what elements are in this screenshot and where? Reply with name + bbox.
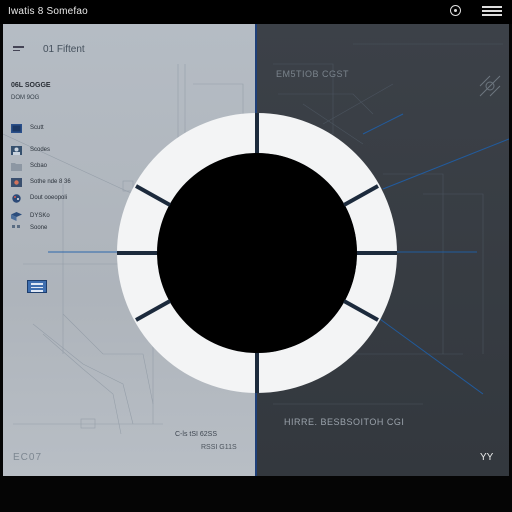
pane-divider: [255, 24, 257, 476]
canvas-stage: 01 Fiftent 06L SOGGE DOM 9OG Scutt Scode…: [3, 24, 509, 476]
grid-icon: [12, 225, 20, 228]
footer-label-2: RSSI G11S: [201, 444, 237, 451]
list-item-label: Dout ooeopoli: [30, 195, 68, 201]
network-icon[interactable]: [476, 72, 504, 100]
app-title: Iwatis 8 Somefao: [8, 6, 88, 17]
list-item-label: Scutt: [30, 125, 44, 131]
list-item-label: Scbao: [30, 163, 48, 169]
hamburger-icon[interactable]: [13, 46, 24, 53]
list-item-label: Scodes: [30, 147, 51, 153]
section-header: 06L SOGGE: [11, 82, 51, 89]
list-item-label: Sothe nde 8 36: [30, 179, 71, 185]
blue-square-icon: [11, 124, 22, 133]
menu-lines-icon[interactable]: [482, 6, 502, 17]
layers-button[interactable]: [27, 280, 47, 293]
corner-mark: YY: [480, 452, 494, 463]
right-bottom-label: HIRRE. BESBSOITOH CGI: [284, 417, 405, 427]
avatar-icon: [11, 146, 22, 155]
right-panel-title: EM5TIOB CGST: [276, 69, 350, 79]
folder-icon: [11, 163, 22, 171]
left-panel-title: 01 Fiftent: [43, 44, 85, 55]
settings-icon: [11, 178, 22, 187]
list-item-label: DYSKo: [30, 213, 50, 219]
record-icon[interactable]: [450, 5, 461, 16]
list-item-label: Soone: [30, 225, 48, 231]
footer-label-1: C-ls tSI 62SS: [175, 431, 218, 438]
bottom-left-label: EC07: [13, 452, 43, 463]
section-subtitle: DOM 9OG: [11, 95, 40, 101]
cube-icon: [11, 212, 22, 221]
title-bar: Iwatis 8 Somefao: [0, 0, 512, 24]
palette-icon: [12, 194, 21, 203]
